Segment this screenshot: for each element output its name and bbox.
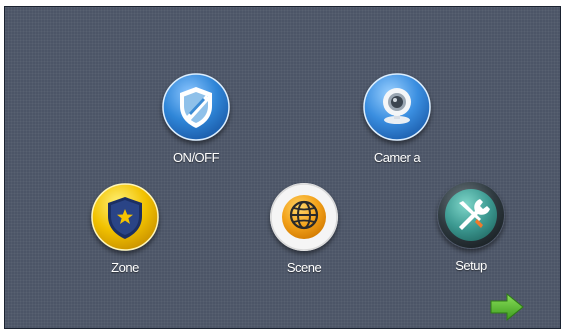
webcam-icon — [363, 73, 431, 141]
police-badge-icon — [91, 183, 159, 251]
onoff-label: ON/OFF — [172, 150, 220, 165]
zone-button[interactable]: Zone — [75, 183, 175, 283]
right-arrow-icon — [490, 292, 524, 322]
scene-button[interactable]: Scene — [254, 183, 354, 283]
globe-icon — [270, 183, 338, 251]
camera-label: Camer a — [373, 150, 421, 165]
main-screen: ON/OFF Camer a Zone Scene Setup — [4, 6, 561, 329]
scene-label: Scene — [286, 260, 322, 275]
next-page-button[interactable] — [489, 292, 525, 322]
tools-icon — [437, 181, 505, 249]
onoff-button[interactable]: ON/OFF — [146, 73, 246, 173]
zone-label: Zone — [111, 260, 139, 275]
setup-label: Setup — [455, 258, 487, 273]
shield-icon — [162, 73, 230, 141]
camera-button[interactable]: Camer a — [347, 73, 447, 173]
setup-button[interactable]: Setup — [421, 181, 521, 281]
